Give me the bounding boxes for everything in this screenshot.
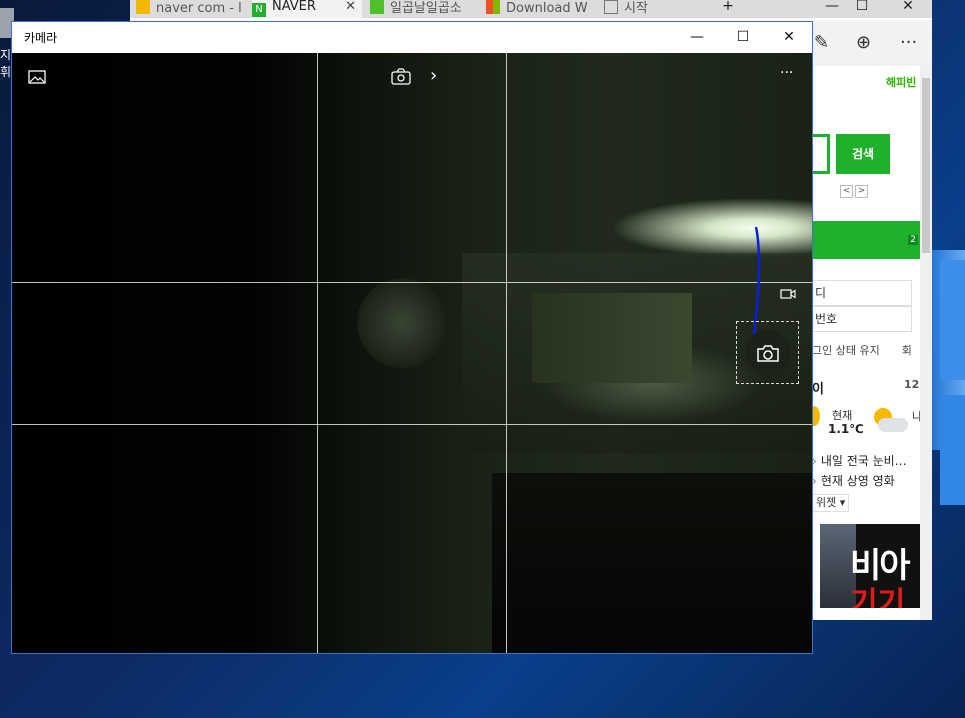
prev-button[interactable]: < [840,185,853,198]
weather-temperature: 1.1℃ [828,422,864,436]
search-input[interactable] [812,134,830,174]
windows-logo-pane-top [940,260,965,380]
keep-login-checkbox[interactable]: 그인 상태 유지 회 [812,342,912,358]
browser-scrollbar[interactable] [920,66,932,620]
windows-logo-icon [486,0,500,14]
video-mode-icon[interactable] [780,289,796,299]
new-tab-button[interactable]: + [708,0,748,18]
start-page-icon [604,0,618,14]
more-options-icon[interactable]: ··· [780,65,793,81]
share-icon[interactable]: ⊕ [856,32,871,53]
partly-cloudy-icon [870,408,908,434]
framing-grid-line [12,424,812,425]
scene-cabinet [532,293,692,383]
login-id-field[interactable]: 디 [812,280,912,306]
movie-banner[interactable]: 비아 기기 [820,524,920,608]
browser-maximize-button[interactable]: ☐ [842,0,882,18]
framing-grid-line [317,53,318,653]
blog-icon [370,0,384,14]
chevron-right-icon[interactable]: › [430,65,437,86]
notes-icon[interactable]: ✎ [814,32,829,53]
browser-page: 해피빈 검색 < > 2 디 번호 그인 상태 유지 회 이 12 현재 1.1℃ … [812,66,932,620]
bing-icon [136,0,150,14]
camera-icon [757,345,779,362]
camera-viewfinder: › ··· [12,53,812,653]
take-photo-button[interactable] [736,321,799,384]
framing-grid-line [506,53,507,653]
scene-poster [357,278,447,368]
weather-current-label: 현재 [832,409,853,422]
sun-icon [812,406,820,426]
camera-close-button[interactable]: ✕ [766,26,812,48]
browser-tab-bar: naver com - l N NAVER ✕ 일곱날일곱소 Download W… [130,0,932,18]
next-button[interactable]: > [855,185,868,198]
tab-start[interactable]: 시작 [604,0,684,18]
news-item[interactable]: › 내일 전국 눈비… [812,452,907,469]
camera-window: 카메라 — ☐ ✕ › ··· [11,21,813,654]
naver-icon: N [252,3,266,17]
camera-minimize-button[interactable]: — [674,26,720,48]
camera-title-bar: 카메라 — ☐ ✕ [12,22,812,53]
windows-logo-pane-bottom [940,395,965,505]
login-password-field[interactable]: 번호 [812,306,912,332]
news-item[interactable]: › 현재 상영 영화 [812,472,895,489]
widget-dropdown[interactable]: 위젯 ▾ [812,494,850,512]
scrollbar-thumb[interactable] [922,78,930,253]
framing-grid-line [12,282,812,283]
browser-close-button[interactable]: ✕ [888,0,928,18]
tab-download[interactable]: Download W [486,0,590,18]
green-banner-badge: 2 [908,235,918,245]
camera-maximize-button[interactable]: ☐ [720,26,766,48]
green-banner[interactable]: 2 [812,221,920,259]
close-tab-icon[interactable]: ✕ [345,0,356,14]
tab-blog[interactable]: 일곱날일곱소 [370,0,478,18]
happybean-link[interactable]: 해피빈 [886,74,916,90]
tab-bing[interactable]: naver com - l [136,0,246,18]
gallery-icon[interactable] [28,70,46,84]
search-button[interactable]: 검색 [836,134,890,174]
more-icon[interactable]: ··· [900,32,917,53]
weather-number: 12 [904,378,920,391]
weather-title: 이 [812,382,824,397]
scene-desk [492,473,812,653]
switch-camera-icon[interactable] [390,67,412,87]
camera-window-title: 카메라 [24,31,58,45]
browser-toolbar: ✎ ⊕ ··· [812,20,932,66]
pager: < > [840,182,870,198]
tab-naver[interactable]: N NAVER ✕ [252,0,362,18]
